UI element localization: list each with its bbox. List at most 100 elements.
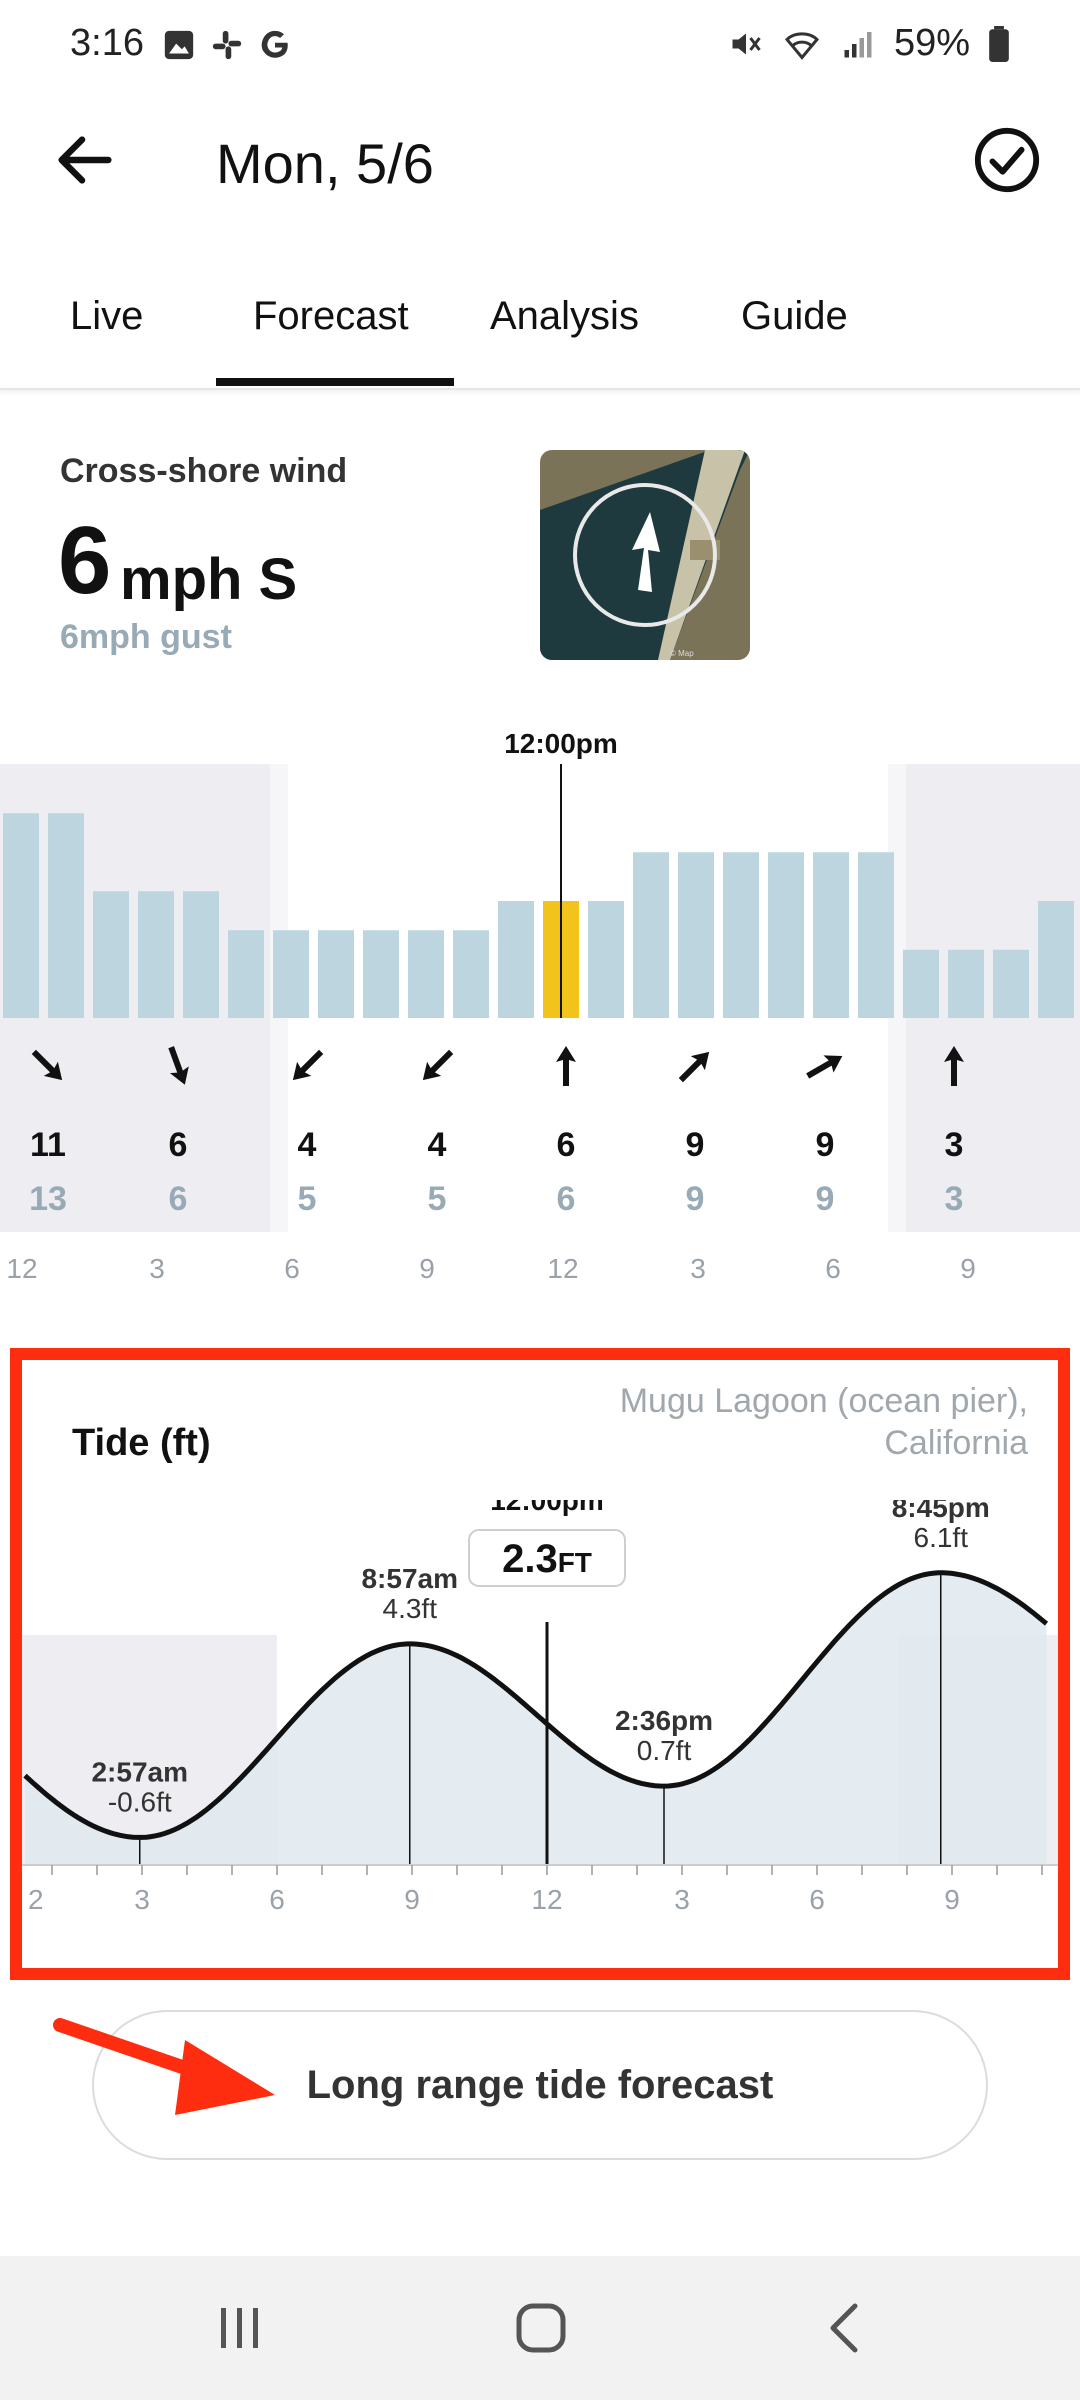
wind-gust-label: 6	[169, 1180, 188, 1218]
wind-speed-label: 4	[428, 1126, 447, 1164]
tab-forecast[interactable]: Forecast	[253, 294, 409, 339]
wind-bar	[228, 930, 264, 1018]
wind-direction-map[interactable]: © Map	[540, 450, 750, 660]
wind-x-tick: 3	[690, 1253, 706, 1280]
battery-percent: 59%	[893, 22, 970, 64]
wind-x-tick: 9	[419, 1253, 435, 1280]
tide-cursor-unit: FT	[558, 1547, 592, 1578]
tide-x-tick: 9	[404, 1884, 420, 1915]
tide-extreme-time: 2:57am	[91, 1756, 188, 1787]
tide-location: Mugu Lagoon (ocean pier), California	[619, 1382, 1028, 1462]
wind-gust-label: 3	[945, 1180, 964, 1218]
wind-x-tick: 6	[825, 1253, 841, 1280]
tide-extreme-time: 8:45pm	[892, 1500, 990, 1523]
wind-speed-unit: mph S	[120, 547, 298, 612]
wind-x-tick: 12	[547, 1253, 578, 1280]
wind-gust-label: 9	[816, 1180, 835, 1218]
tide-x-tick: 2	[28, 1884, 44, 1915]
wind-bar	[363, 930, 399, 1018]
tide-x-tick: 6	[809, 1884, 825, 1915]
tide-extreme-height: -0.6ft	[108, 1786, 172, 1817]
wind-x-tick: 3	[149, 1253, 165, 1280]
wind-bar	[138, 891, 174, 1018]
wind-bar	[93, 891, 129, 1018]
tide-extreme-time: 2:36pm	[615, 1705, 713, 1736]
annotation-arrow-icon	[53, 2018, 275, 2115]
wind-gust-label: 6	[557, 1180, 576, 1218]
tide-x-tick: 6	[269, 1884, 285, 1915]
tide-extreme-height: 0.7ft	[637, 1735, 692, 1766]
arrow-shape	[292, 1049, 324, 1081]
app-header: Mon, 5/6	[0, 95, 1080, 235]
wind-speed-label: 9	[816, 1126, 835, 1164]
wind-bar	[858, 852, 894, 1018]
mute-icon	[732, 33, 761, 54]
wind-forecast-chart[interactable]: 12:00pm 11 13 6 6 4 5 4 5 6 6 9 9 9 9 3 3 12 3 6 9 12 3 6 9	[0, 720, 1080, 1280]
wind-speed-value: 6	[58, 507, 112, 614]
wind-bar	[1038, 901, 1074, 1018]
wind-direction-arrow-icon	[806, 1055, 843, 1079]
status-right-group: 59%	[728, 22, 1010, 65]
wind-bar	[678, 852, 714, 1018]
arrow-shape	[556, 1046, 576, 1086]
status-bar: 3:16 59%	[0, 0, 1080, 95]
gallery-icon	[164, 30, 194, 60]
wind-bar	[453, 930, 489, 1018]
check-circle-icon[interactable]	[972, 125, 1042, 195]
wind-direction-arrow-icon	[422, 1049, 454, 1081]
wind-bar	[813, 852, 849, 1018]
wind-bar	[48, 813, 84, 1018]
status-time: 3:16	[70, 22, 144, 64]
recent-apps-icon[interactable]	[215, 2304, 265, 2352]
wind-speed-label: 3	[945, 1126, 964, 1164]
google-icon	[261, 30, 288, 58]
wind-direction-arrow-icon	[292, 1049, 324, 1081]
wind-gust: 6mph gust	[60, 618, 232, 656]
wind-bar	[498, 901, 534, 1018]
wind-bar	[723, 852, 759, 1018]
tide-x-tick: 9	[944, 1884, 960, 1915]
arrow-shape	[678, 1051, 710, 1083]
page-title: Mon, 5/6	[216, 132, 434, 195]
wind-direction-arrow-icon	[556, 1046, 576, 1086]
back-arrow-icon[interactable]	[50, 125, 120, 195]
signal-icon	[844, 31, 872, 57]
wind-bar	[948, 949, 984, 1018]
arrow-shape	[806, 1055, 843, 1079]
tide-x-tick: 3	[674, 1884, 690, 1915]
slack-icon	[212, 30, 242, 60]
wind-bar	[408, 930, 444, 1018]
wind-bar	[588, 901, 624, 1018]
wind-gust-label: 5	[298, 1180, 317, 1218]
wind-bar	[318, 930, 354, 1018]
tide-extreme-time: 8:57am	[361, 1563, 458, 1594]
tide-extreme-height: 4.3ft	[383, 1593, 438, 1624]
tide-title: Tide (ft)	[72, 1422, 211, 1464]
wind-bar	[993, 949, 1029, 1018]
wind-gust-label: 13	[29, 1180, 67, 1218]
status-notification-icons	[162, 28, 292, 62]
home-icon[interactable]	[515, 2302, 567, 2354]
wind-bar	[183, 891, 219, 1018]
tide-x-tick: 12	[531, 1884, 562, 1915]
wind-speed-label: 6	[557, 1126, 576, 1164]
wind-gust-label: 9	[686, 1180, 705, 1218]
wind-bar	[768, 852, 804, 1018]
wind-cursor-time: 12:00pm	[504, 728, 618, 759]
wind-speed-label: 9	[686, 1126, 705, 1164]
wind-bar	[3, 813, 39, 1018]
tide-x-tick: 3	[134, 1884, 150, 1915]
wind-x-tick: 12	[6, 1253, 37, 1280]
wind-bar	[273, 930, 309, 1018]
wind-speed-label: 11	[30, 1126, 66, 1164]
tide-chart[interactable]: 2:57am-0.6ft 8:57am4.3ft 2:36pm0.7ft 8:45pm…	[22, 1500, 1058, 1980]
wind-direction-arrow-icon	[678, 1051, 710, 1083]
tab-live[interactable]: Live	[70, 294, 143, 339]
active-tab-indicator	[216, 378, 454, 386]
tab-analysis[interactable]: Analysis	[490, 294, 639, 339]
tab-bar: Live Forecast Analysis Guide	[0, 270, 1080, 390]
back-nav-icon[interactable]	[825, 2302, 865, 2354]
tab-guide[interactable]: Guide	[741, 294, 848, 339]
tide-card: Tide (ft) Mugu Lagoon (ocean pier), Cali…	[10, 1348, 1070, 1980]
satellite-map-image: © Map	[540, 450, 750, 660]
